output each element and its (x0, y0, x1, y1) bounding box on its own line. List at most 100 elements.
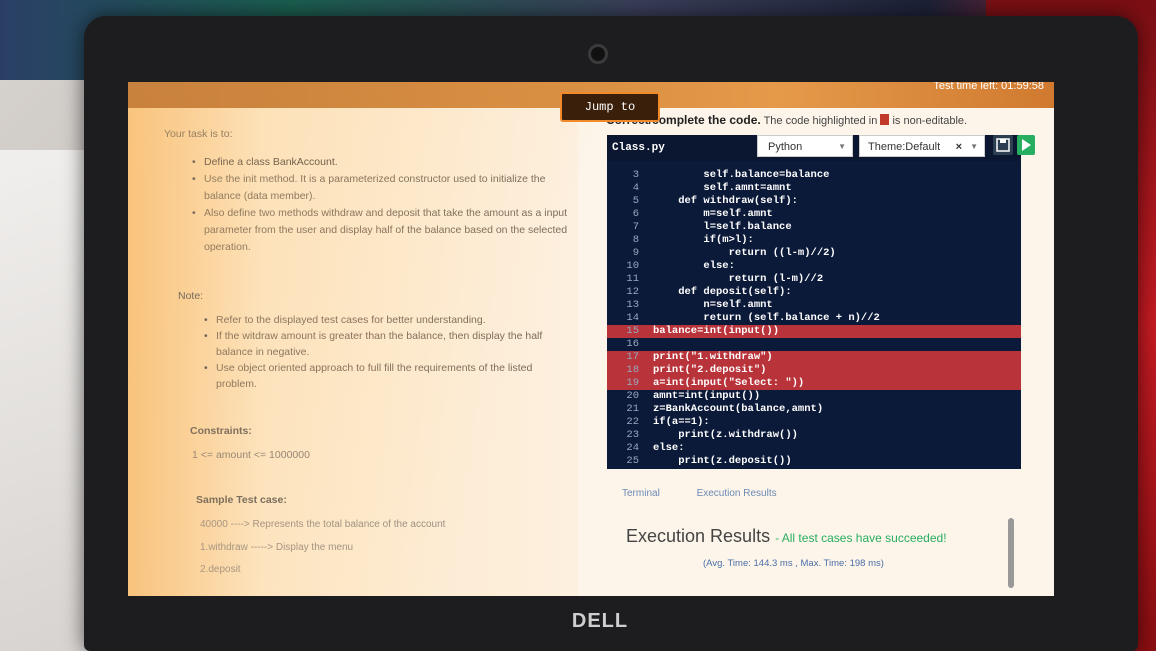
note-list: Refer to the displayed test cases for be… (204, 312, 574, 392)
code-line[interactable]: 16 (607, 338, 1021, 351)
theme-select[interactable]: Theme:Default × ▼ (859, 135, 985, 157)
line-number: 9 (632, 247, 639, 259)
code-line[interactable]: 25 print(z.deposit()) (607, 455, 1021, 468)
line-number: 4 (632, 182, 639, 194)
test-time-left: Test time left: 01:59:58 (933, 82, 1044, 92)
line-number: 6 (632, 208, 639, 220)
code-line[interactable]: 8 if(m>l): (607, 234, 1021, 247)
code-text: def withdraw(self): (653, 195, 798, 207)
code-line: 17 print("1.withdraw") (607, 351, 1021, 364)
chevron-down-icon: ▼ (970, 142, 978, 151)
code-text: self.amnt=amnt (653, 182, 792, 194)
sample-label: Sample Test case: (196, 494, 287, 506)
code-text: balance=int(input()) (653, 325, 780, 337)
code-line[interactable]: 13 n=self.amnt (607, 299, 1021, 312)
problem-panel: Your task is to: Define a class BankAcco… (128, 108, 578, 596)
run-button[interactable] (1017, 135, 1035, 155)
line-number: 3 (632, 169, 639, 181)
editor-instruction: Correct/complete the code. The code high… (606, 113, 967, 127)
code-line[interactable]: 12 def deposit(self): (607, 286, 1021, 299)
code-text: else: (653, 260, 735, 272)
line-number: 19 (626, 377, 639, 389)
chevron-down-icon: ▼ (838, 142, 846, 151)
play-icon (1022, 139, 1031, 151)
line-number: 18 (626, 364, 639, 376)
code-line: 18 print("2.deposit") (607, 364, 1021, 377)
instruction-end: is non-editable. (892, 115, 968, 127)
line-number: 23 (626, 429, 639, 441)
code-text: return ((l-m)//2) (653, 247, 836, 259)
language-select[interactable]: Python ▼ (757, 135, 853, 157)
output-tabs: Terminal Execution Results (622, 488, 811, 499)
code-line[interactable]: 3 self.balance=balance (607, 169, 1021, 182)
theme-value: Theme:Default (868, 141, 941, 153)
jump-to-button[interactable]: Jump to (560, 92, 660, 122)
code-text: print(z.withdraw()) (653, 429, 798, 441)
code-line[interactable]: 4 self.amnt=amnt (607, 182, 1021, 195)
language-value: Python (768, 141, 803, 153)
code-line[interactable]: 20 amnt=int(input()) (607, 390, 1021, 403)
filename: Class.py (612, 142, 665, 154)
code-text: def deposit(self): (653, 286, 792, 298)
tab-terminal[interactable]: Terminal (622, 488, 660, 499)
line-number: 20 (626, 390, 639, 402)
line-number: 21 (626, 403, 639, 415)
code-panel: Correct/complete the code. The code high… (578, 108, 1054, 596)
results-scrollbar[interactable] (1008, 518, 1014, 588)
line-number: 16 (626, 338, 639, 350)
line-number: 10 (626, 260, 639, 272)
code-line[interactable]: 10 else: (607, 260, 1021, 273)
sample-line: 40000 ----> Represents the total balance… (200, 519, 446, 530)
line-number: 7 (632, 221, 639, 233)
save-button[interactable] (993, 135, 1013, 155)
code-line[interactable]: 9 return ((l-m)//2) (607, 247, 1021, 260)
code-line[interactable]: 7 l=self.balance (607, 221, 1021, 234)
save-icon (996, 138, 1010, 152)
code-line[interactable]: 14 return (self.balance + n)//2 (607, 312, 1021, 325)
code-line[interactable]: 23 print(z.withdraw()) (607, 429, 1021, 442)
laptop-screen: Test time left: 01:59:58 Your task is to… (128, 82, 1054, 596)
note-item: Use object oriented approach to full fil… (204, 360, 574, 392)
line-number: 22 (626, 416, 639, 428)
note-item: Refer to the displayed test cases for be… (204, 312, 574, 328)
code-text: return (l-m)//2 (653, 273, 824, 285)
code-line[interactable]: 11 return (l-m)//2 (607, 273, 1021, 286)
code-text: return (self.balance + n)//2 (653, 312, 880, 324)
code-text: print("2.deposit") (653, 364, 767, 376)
line-number: 12 (626, 286, 639, 298)
clear-icon[interactable]: × (956, 136, 962, 158)
line-number: 11 (626, 273, 639, 285)
code-line[interactable]: 22 if(a==1): (607, 416, 1021, 429)
execution-results: Execution Results - All test cases have … (626, 526, 947, 547)
editor-header: Class.py Python ▼ Theme:Default × ▼ (607, 135, 1035, 161)
code-lines[interactable]: 3 self.balance=balance 4 self.amnt=amnt 5 … (607, 169, 1021, 467)
code-text: a=int(input("Select: ")) (653, 377, 805, 389)
note-item: If the witdraw amount is greater than th… (204, 328, 574, 360)
instruction-suffix: The code highlighted in (763, 115, 878, 127)
code-line[interactable]: 5 def withdraw(self): (607, 195, 1021, 208)
code-line[interactable]: 24 else: (607, 442, 1021, 455)
line-number: 5 (632, 195, 639, 207)
tab-execution-results[interactable]: Execution Results (697, 488, 777, 499)
code-line[interactable]: 21 z=BankAccount(balance,amnt) (607, 403, 1021, 416)
code-line[interactable]: 6 m=self.amnt (607, 208, 1021, 221)
code-text: n=self.amnt (653, 299, 773, 311)
code-text: print("1.withdraw") (653, 351, 773, 363)
line-number: 14 (626, 312, 639, 324)
description-item: Use the init method. It is a parameteriz… (192, 171, 572, 205)
code-text: amnt=int(input()) (653, 390, 761, 402)
code-text: else: (653, 442, 685, 454)
line-number: 13 (626, 299, 639, 311)
code-text: if(m>l): (653, 234, 754, 246)
constraints-label: Constraints: (190, 425, 252, 437)
description-item: Also define two methods withdraw and dep… (192, 205, 572, 256)
brand-logo: DELL (571, 610, 629, 632)
line-number: 8 (632, 234, 639, 246)
line-number: 24 (626, 442, 639, 454)
results-status: - All test cases have succeeded! (775, 531, 947, 545)
code-line: 19 a=int(input("Select: ")) (607, 377, 1021, 390)
sample-line: 1.withdraw -----> Display the menu (200, 542, 354, 553)
code-editor[interactable]: Class.py Python ▼ Theme:Default × ▼ 3 se… (607, 135, 1035, 469)
line-number: 17 (626, 351, 639, 363)
line-number: 25 (626, 455, 639, 467)
